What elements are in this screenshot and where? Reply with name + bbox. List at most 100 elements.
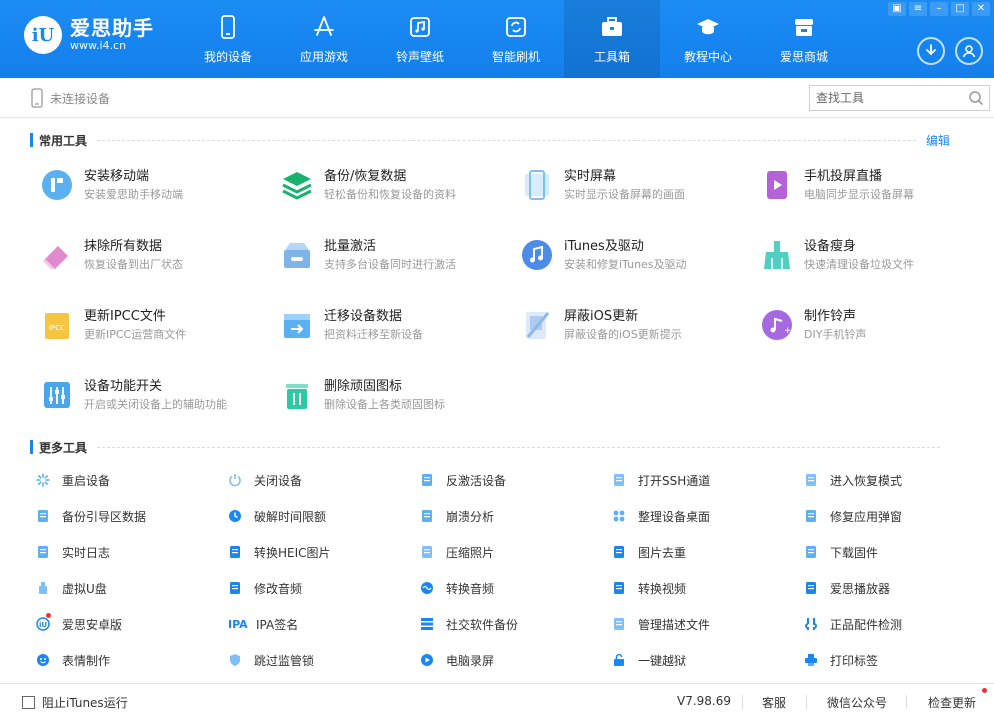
tool-card[interactable]: 屏蔽iOS更新 屏蔽设备的iOS更新提示 <box>520 308 750 358</box>
crash-analysis-icon <box>420 509 434 523</box>
more-tool-item[interactable]: 转换HEIC图片 <box>228 543 331 561</box>
more-tool-item[interactable]: 重启设备 <box>36 471 110 489</box>
tool-card[interactable]: 删除顽固图标删除设备上各类顽固图标 <box>280 378 510 428</box>
tool-name: 实时屏幕 <box>564 169 617 184</box>
more-tool-item[interactable]: 打开SSH通道 <box>612 471 710 489</box>
more-tool-item[interactable]: 实时日志 <box>36 543 110 561</box>
more-tool-item[interactable]: iU 爱思安卓版 <box>36 613 122 633</box>
status-bar: 阻止iTunes运行 V7.98.69 客服 微信公众号 检查更新 <box>0 683 994 718</box>
more-tool-item[interactable]: 虚拟U盘 <box>36 579 107 597</box>
nav-tab-5[interactable]: 教程中心 <box>660 0 756 78</box>
tool-desc: 实时显示设备屏幕的画面 <box>564 188 685 201</box>
more-tool-item[interactable]: 下载固件 <box>804 543 878 561</box>
more-tool-label: 进入恢复模式 <box>830 473 903 488</box>
nav-tab-2[interactable]: 铃声壁纸 <box>372 0 468 78</box>
tool-name: iTunes及驱动 <box>564 239 644 254</box>
more-tool-item[interactable]: 正品配件检测 <box>804 615 902 633</box>
nav-tab-3[interactable]: 智能刷机 <box>468 0 564 78</box>
search-icon[interactable] <box>968 90 984 106</box>
tool-card[interactable]: 手机投屏直播 电脑同步显示设备屏幕 <box>760 168 990 218</box>
desktop-grid-icon <box>612 509 626 523</box>
more-tool-label: 备份引导区数据 <box>62 509 147 524</box>
download-icon[interactable] <box>917 37 945 65</box>
more-tool-item[interactable]: 电脑录屏 <box>420 651 494 669</box>
batch-activate-icon <box>280 238 314 272</box>
block-itunes-label: 阻止iTunes运行 <box>42 696 128 710</box>
more-tool-label: 转换HEIC图片 <box>254 545 331 560</box>
edit-button[interactable]: 编辑 <box>926 132 950 149</box>
tool-card[interactable]: 设备瘦身 快速清理设备垃圾文件 <box>760 238 990 288</box>
more-tool-label: 修复应用弹窗 <box>830 509 903 524</box>
more-tool-item[interactable]: 一键越狱 <box>612 651 686 669</box>
more-tool-item[interactable]: 转换视频 <box>612 579 686 597</box>
tool-card[interactable]: 设备功能开关 开启或关闭设备上的辅助功能 <box>40 378 270 428</box>
maximize-icon[interactable]: □ <box>951 2 969 16</box>
more-tool-item[interactable]: 整理设备桌面 <box>612 507 710 525</box>
more-tool-item[interactable]: 进入恢复模式 <box>804 471 902 489</box>
tool-name: 删除顽固图标 <box>324 379 403 394</box>
more-tool-label: 管理描述文件 <box>638 617 711 632</box>
nav-tab-0[interactable]: 我的设备 <box>180 0 276 78</box>
tool-card[interactable]: 实时屏幕实时显示设备屏幕的画面 <box>520 168 750 218</box>
tool-card[interactable]: iTunes及驱动安装和修复iTunes及驱动 <box>520 238 750 288</box>
more-tool-label: 正品配件检测 <box>830 617 903 632</box>
accessory-check-icon <box>804 617 818 631</box>
more-tool-item[interactable]: 破解时间限额 <box>228 507 326 525</box>
nav-tab-4[interactable]: 工具箱 <box>564 0 660 78</box>
tool-card[interactable]: 批量激活 支持多台设备同时进行激活 <box>280 238 510 288</box>
more-tool-label: 实时日志 <box>62 545 111 560</box>
more-tool-item[interactable]: 反激活设备 <box>420 471 506 489</box>
more-tool-label: 打开SSH通道 <box>638 473 711 488</box>
tool-search <box>809 85 990 111</box>
more-tool-item[interactable]: 爱思播放器 <box>804 579 890 597</box>
more-tool-item[interactable]: 表情制作 <box>36 651 110 669</box>
more-tool-item[interactable]: 社交软件备份 <box>420 615 518 633</box>
more-tool-item[interactable]: 图片去重 <box>612 543 686 561</box>
download-firmware-icon <box>804 545 818 559</box>
checkbox-icon[interactable] <box>22 696 35 709</box>
more-tool-item[interactable]: 崩溃分析 <box>420 507 494 525</box>
broom-icon <box>760 238 794 272</box>
more-tool-item[interactable]: 修改音频 <box>228 579 302 597</box>
ipcc-file-icon: IPCC <box>40 308 74 342</box>
more-tool-item[interactable]: IPA IPA签名 <box>228 615 298 633</box>
nav-tab-1[interactable]: 应用游戏 <box>276 0 372 78</box>
tool-card[interactable]: 迁移设备数据 把资料迁移至新设备 <box>280 308 510 358</box>
service-link[interactable]: 客服 <box>762 694 786 711</box>
tool-card[interactable]: 备份/恢复数据 轻松备份和恢复设备的资料 <box>280 168 510 218</box>
nav-tab-6[interactable]: 爱思商城 <box>756 0 852 78</box>
close-icon[interactable]: ✕ <box>972 2 990 16</box>
tool-card[interactable]: 安装移动端 安装爱思助手移动端 <box>40 168 270 218</box>
minimize-icon[interactable]: – <box>930 2 948 16</box>
more-tool-item[interactable]: 转换音频 <box>420 579 494 597</box>
device-status: 未连接设备 <box>30 88 110 108</box>
more-tool-item[interactable]: 管理描述文件 <box>612 615 710 633</box>
tool-desc: DIY手机铃声 <box>804 328 867 341</box>
skin-icon[interactable]: ▣ <box>888 2 906 16</box>
wechat-link[interactable]: 微信公众号 <box>827 694 887 711</box>
tool-card[interactable]: + 制作铃声 DIY手机铃声 <box>760 308 990 358</box>
tool-card[interactable]: IPCC 更新IPCC文件 更新IPCC运营商文件 <box>40 308 270 358</box>
more-tool-item[interactable]: 修复应用弹窗 <box>804 507 902 525</box>
menu-icon[interactable]: ≡ <box>909 2 927 16</box>
search-input[interactable] <box>816 91 962 105</box>
printer-icon <box>804 653 818 667</box>
tool-name: 迁移设备数据 <box>324 309 403 324</box>
more-tool-label: 破解时间限额 <box>254 509 327 524</box>
tool-desc: 开启或关闭设备上的辅助功能 <box>84 398 227 411</box>
recovery-icon <box>804 473 818 487</box>
more-tool-item[interactable]: 关闭设备 <box>228 471 302 489</box>
more-tool-item[interactable]: 跳过监管锁 <box>228 651 314 669</box>
more-tool-item[interactable]: 打印标签 <box>804 651 878 669</box>
check-update-link[interactable]: 检查更新 <box>928 694 976 711</box>
more-tool-label: 转换视频 <box>638 581 687 596</box>
tool-card[interactable]: 抹除所有数据 恢复设备到出厂状态 <box>40 238 270 288</box>
app-store-icon <box>311 14 337 40</box>
more-tool-item[interactable]: 压缩照片 <box>420 543 494 561</box>
user-avatar-icon[interactable] <box>955 37 983 65</box>
toolbox-icon <box>599 14 625 40</box>
block-itunes-checkbox[interactable]: 阻止iTunes运行 <box>22 694 128 711</box>
tool-desc: 删除设备上各类顽固图标 <box>324 398 445 411</box>
tool-desc: 安装和修复iTunes及驱动 <box>564 258 687 271</box>
more-tool-item[interactable]: 备份引导区数据 <box>36 507 146 525</box>
